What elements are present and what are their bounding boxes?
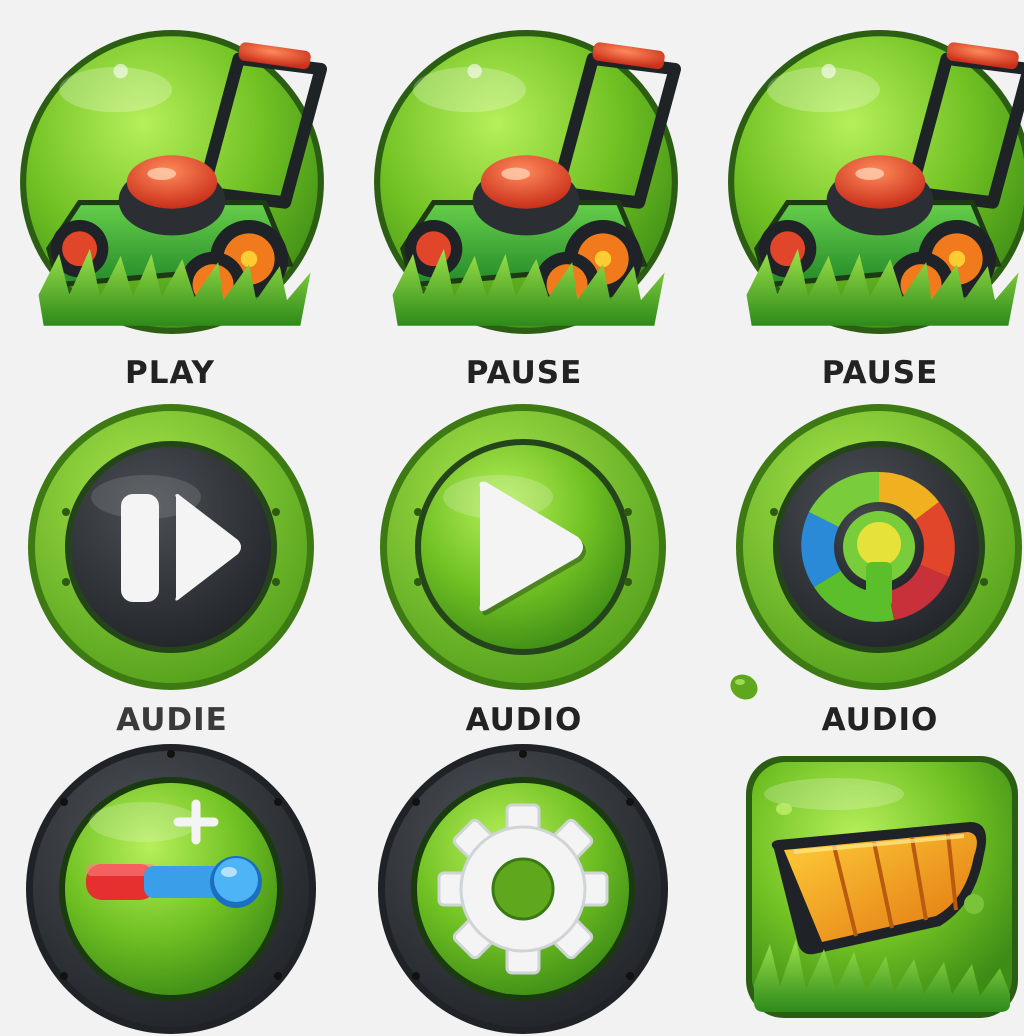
mower-pause-button-alt[interactable] <box>726 28 1024 336</box>
label-audio: AUDIO <box>465 702 583 738</box>
label-audie: AUDIE <box>116 702 228 738</box>
lawn-mower-icon <box>728 30 1024 334</box>
volume-slider-button[interactable] <box>24 742 318 1036</box>
trimmer-button[interactable] <box>744 754 1020 1020</box>
label-play: PLAY <box>125 355 215 391</box>
mower-play-button[interactable] <box>18 28 328 336</box>
volume-slider-icon <box>26 744 316 1034</box>
label-pause: PAUSE <box>465 355 583 391</box>
label-audio-alt: AUDIO <box>821 702 939 738</box>
gear-icon <box>378 744 668 1034</box>
play-icon <box>380 404 666 690</box>
lawn-mower-icon <box>374 30 682 334</box>
mower-pause-button[interactable] <box>372 28 682 336</box>
lawn-mower-icon <box>20 30 328 334</box>
settings-button[interactable] <box>376 742 670 1036</box>
color-wheel-button[interactable] <box>734 402 1024 692</box>
icon-sheet: PLAY PAUSE PAUSE AUDIE AUDIO AUDIO <box>0 0 1024 1034</box>
play-button[interactable] <box>378 402 668 692</box>
fast-forward-button[interactable] <box>26 402 316 692</box>
color-wheel-icon <box>736 404 1022 690</box>
label-pause-alt: PAUSE <box>821 355 939 391</box>
leaf-icon <box>730 674 758 700</box>
fast-forward-icon <box>28 404 314 690</box>
trimmer-blade-icon <box>746 756 1018 1018</box>
